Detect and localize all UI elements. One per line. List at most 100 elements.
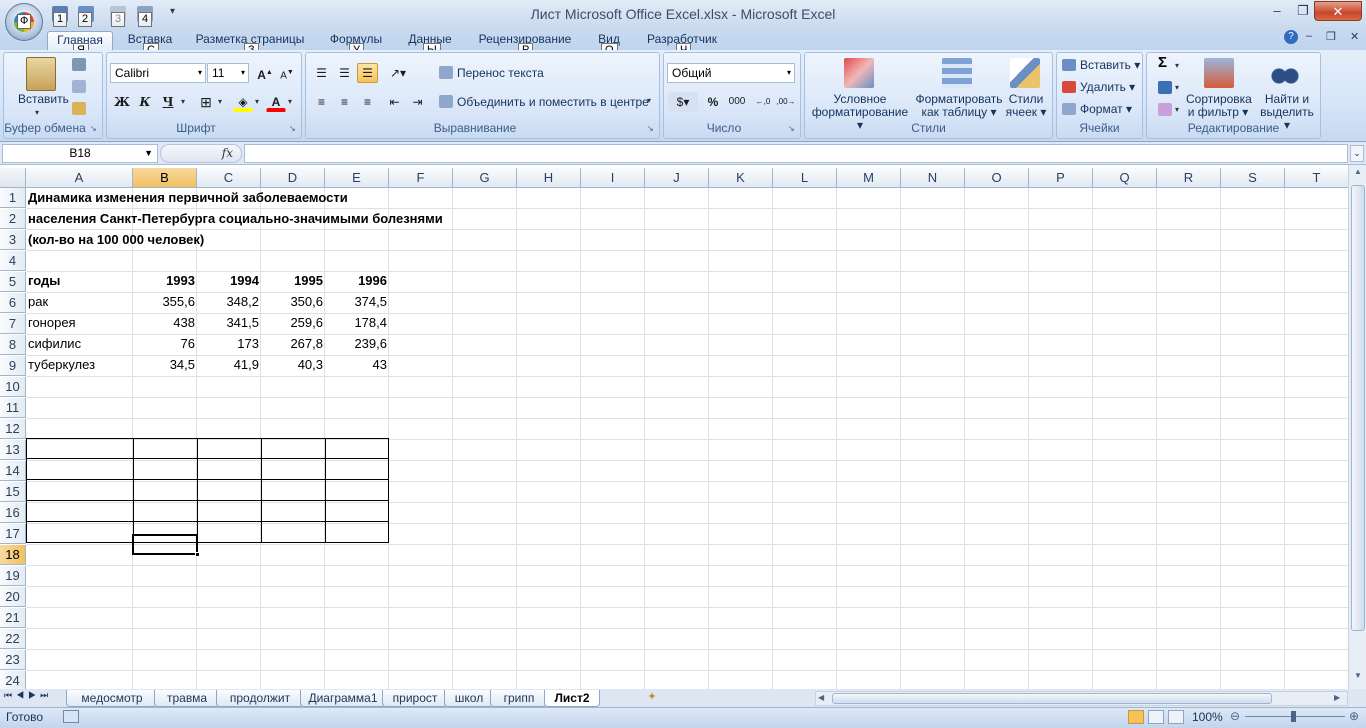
sheet-tab[interactable]: грипп [490, 690, 548, 707]
align-middle-icon[interactable]: ☰ [334, 63, 355, 83]
fill-color-dropdown-icon[interactable]: ▾ [255, 97, 259, 106]
row-header[interactable]: 18 [0, 545, 26, 565]
number-launcher-icon[interactable]: ↘ [788, 124, 795, 133]
row-header[interactable]: 11 [0, 398, 26, 418]
column-header[interactable]: C [197, 168, 261, 188]
sheet-tab[interactable]: травма [154, 690, 220, 707]
paste-icon[interactable] [26, 57, 56, 91]
italic-button[interactable]: К [135, 92, 155, 112]
cell-D8[interactable]: 267,8 [261, 334, 325, 354]
scroll-right-icon[interactable]: ▶ [1334, 693, 1340, 702]
row-header[interactable]: 16 [0, 503, 26, 523]
orientation-icon[interactable]: ↗▾ [384, 63, 412, 83]
row-header[interactable]: 6 [0, 293, 26, 313]
row-header[interactable]: 17 [0, 524, 26, 544]
worksheet-grid[interactable]: ABCDEFGHIJKLMNOPQRST 1 2 3 4 5 6 7 8 9 10 11 12 13 14… [0, 168, 1348, 689]
row-header[interactable]: 1 [0, 188, 26, 208]
minimize-button[interactable]: – [1265, 1, 1289, 21]
cell-C7[interactable]: 341,5 [197, 313, 261, 333]
merge-center-button[interactable]: Объединить и поместить в центре [457, 96, 649, 109]
paste-dropdown-icon[interactable]: ▾ [35, 108, 39, 117]
column-header[interactable]: B [133, 168, 197, 188]
row-header[interactable]: 5 [0, 272, 26, 292]
cell-E6[interactable]: 374,5 [325, 292, 389, 312]
zoom-out-icon[interactable]: ⊖ [1230, 709, 1240, 723]
column-header[interactable]: T [1285, 168, 1348, 188]
column-header[interactable]: O [965, 168, 1029, 188]
cell-B7[interactable]: 438 [133, 313, 197, 333]
zoom-level[interactable]: 100% [1192, 710, 1223, 724]
cell-A3[interactable]: (кол-во на 100 000 человек) [26, 230, 206, 250]
wrap-text-button[interactable]: Перенос текста [457, 67, 544, 80]
cell-E5[interactable]: 1996 [325, 271, 389, 291]
cut-icon[interactable] [72, 58, 86, 71]
column-header[interactable]: I [581, 168, 645, 188]
fill-color-icon[interactable]: ◈ [233, 92, 253, 112]
autosum-dropdown-icon[interactable]: ▾ [1175, 61, 1179, 70]
align-bottom-icon[interactable]: ☰ [357, 63, 378, 83]
font-name-combo[interactable]: Calibri ▾ [110, 63, 206, 83]
row-header[interactable]: 13 [0, 440, 26, 460]
grow-font-icon[interactable]: A▲ [255, 63, 275, 83]
ribbon-minimize-icon[interactable]: – [1306, 30, 1312, 42]
font-launcher-icon[interactable]: ↘ [289, 124, 296, 133]
cell-D6[interactable]: 350,6 [261, 292, 325, 312]
column-header[interactable]: S [1221, 168, 1285, 188]
row-header[interactable]: 22 [0, 629, 26, 649]
zoom-in-icon[interactable]: ⊕ [1349, 709, 1359, 723]
vertical-scroll-thumb[interactable] [1351, 185, 1365, 631]
sheet-tab[interactable]: продолжит [216, 690, 304, 707]
cell-C8[interactable]: 173 [197, 334, 261, 354]
cell-A7[interactable]: гонорея [26, 313, 133, 333]
row-header[interactable]: 9 [0, 356, 26, 376]
cell-A9[interactable]: туберкулез [26, 355, 133, 375]
restore-button[interactable]: ❐ [1291, 1, 1315, 21]
format-as-table-button[interactable]: Форматировать как таблицу ▾ [914, 93, 1004, 119]
cell-styles-button[interactable]: Стили ячеек ▾ [1004, 93, 1048, 119]
paste-button[interactable]: Вставить [18, 93, 69, 106]
row-header[interactable]: 23 [0, 650, 26, 670]
cell-B6[interactable]: 355,6 [133, 292, 197, 312]
sheet-tab[interactable]: медосмотр [66, 690, 158, 707]
percent-button[interactable]: % [703, 92, 723, 112]
cell-D7[interactable]: 259,6 [261, 313, 325, 333]
active-cell-B18[interactable] [132, 534, 198, 555]
column-header[interactable]: M [837, 168, 901, 188]
copy-icon[interactable] [72, 80, 86, 93]
column-header[interactable]: K [709, 168, 773, 188]
select-all-corner[interactable] [0, 168, 26, 188]
scroll-down-icon[interactable]: ▼ [1351, 671, 1365, 685]
column-header[interactable]: H [517, 168, 581, 188]
cell-C9[interactable]: 41,9 [197, 355, 261, 375]
column-header[interactable]: A [26, 168, 133, 188]
underline-dropdown-icon[interactable]: ▾ [181, 97, 185, 106]
align-right-icon[interactable]: ≡ [357, 92, 378, 112]
fill-dropdown-icon[interactable]: ▾ [1175, 83, 1179, 92]
column-header[interactable]: L [773, 168, 837, 188]
decrease-indent-icon[interactable]: ⇤ [384, 92, 405, 112]
cell-C5[interactable]: 1994 [197, 271, 261, 291]
row-header[interactable]: 19 [0, 566, 26, 586]
zoom-slider-thumb[interactable] [1291, 711, 1296, 722]
column-header[interactable]: D [261, 168, 325, 188]
clipboard-launcher-icon[interactable]: ↘ [90, 124, 97, 133]
number-format-combo[interactable]: Общий ▾ [667, 63, 795, 83]
scroll-up-icon[interactable]: ▲ [1351, 167, 1365, 181]
borders-icon[interactable]: ⊞ [196, 92, 216, 112]
cell-E9[interactable]: 43 [325, 355, 389, 375]
row-header[interactable]: 10 [0, 377, 26, 397]
insert-sheet-icon[interactable]: ✦ [640, 690, 664, 707]
normal-view-icon[interactable] [1128, 710, 1144, 724]
insert-cells-button[interactable]: Вставить ▾ [1080, 59, 1140, 72]
fill-icon[interactable] [1158, 81, 1172, 94]
horizontal-scroll-thumb[interactable] [832, 693, 1272, 704]
autosum-icon[interactable]: Σ [1158, 55, 1167, 70]
column-header[interactable]: R [1157, 168, 1221, 188]
font-color-icon[interactable]: A [266, 92, 286, 112]
underline-button[interactable]: Ч [158, 92, 178, 112]
thousands-button[interactable]: 000 [725, 92, 749, 112]
sheet-tab[interactable]: Лист2 [544, 690, 600, 707]
ribbon-restore-icon[interactable]: ❐ [1326, 30, 1336, 43]
sheet-tab[interactable]: Диаграмма1 [300, 690, 386, 707]
column-header[interactable]: F [389, 168, 453, 188]
